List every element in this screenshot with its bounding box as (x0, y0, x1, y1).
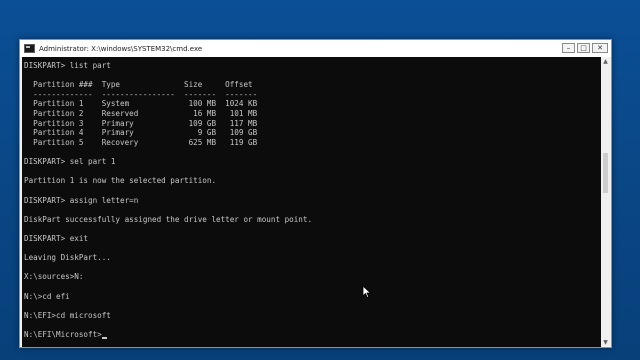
console-line: DISKPART> assign letter=n (24, 195, 139, 205)
scroll-up-arrow-icon[interactable]: ▲ (601, 57, 610, 66)
console-line: N:\>cd efi (24, 291, 70, 301)
console-line: Partition 2 Reserved 16 MB 101 MB (24, 109, 258, 119)
close-button[interactable]: ✕ (592, 43, 608, 53)
console-line: ------------- ---------------- ------- -… (24, 89, 258, 99)
console-line: Leaving DiskPart... (24, 253, 111, 263)
current-prompt: N:\EFI\Microsoft> (24, 330, 102, 340)
console-line: Partition 1 is now the selected partitio… (24, 176, 217, 186)
window-title: Administrator: X:\windows\SYSTEM32\cmd.e… (39, 44, 203, 53)
console-line: Partition ### Type Size Offset (24, 80, 253, 90)
mouse-pointer-icon (362, 285, 372, 299)
cmd-app-icon[interactable] (24, 44, 35, 53)
window-controls: – □ ✕ (562, 43, 608, 53)
minimize-button[interactable]: – (562, 43, 575, 53)
console-area[interactable]: DISKPART> list part Partition ### Type S… (22, 57, 602, 347)
console-line: Partition 1 System 100 MB 1024 KB (24, 99, 258, 109)
console-line: DISKPART> list part (24, 61, 111, 70)
console-output: DISKPART> list part Partition ### Type S… (24, 61, 312, 340)
title-bar[interactable]: Administrator: X:\windows\SYSTEM32\cmd.e… (20, 40, 611, 57)
vertical-scrollbar[interactable]: ▲ ▼ (601, 57, 610, 347)
scroll-down-arrow-icon[interactable]: ▼ (601, 338, 610, 347)
console-line: Partition 5 Recovery 625 MB 119 GB (24, 137, 258, 147)
console-line: Partition 4 Primary 9 GB 109 GB (24, 128, 258, 138)
console-line: DiskPart successfully assigned the drive… (24, 214, 313, 224)
console-line: X:\sources>N: (24, 272, 84, 282)
console-line: DISKPART> exit (24, 233, 89, 243)
console-line: Partition 3 Primary 109 GB 117 MB (24, 118, 258, 128)
current-prompt-line[interactable]: N:\EFI\Microsoft> (24, 330, 312, 340)
text-cursor (101, 337, 107, 340)
console-line: N:\EFI>cd microsoft (24, 310, 111, 320)
scroll-thumb[interactable] (603, 153, 608, 193)
maximize-button[interactable]: □ (577, 43, 590, 53)
cmd-window[interactable]: Administrator: X:\windows\SYSTEM32\cmd.e… (19, 39, 612, 348)
console-line: DISKPART> sel part 1 (24, 157, 116, 167)
